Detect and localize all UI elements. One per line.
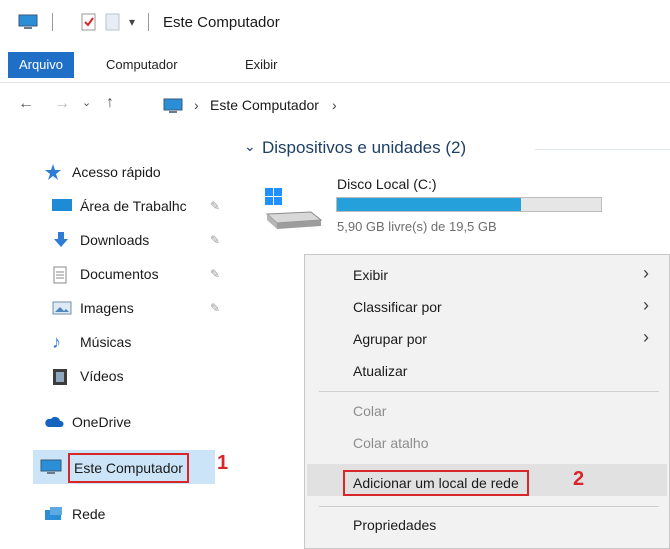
sidebar-item-rede[interactable]: Rede [44, 503, 105, 525]
sidebar-item-label: Rede [72, 506, 106, 522]
menu-item-colar[interactable]: Colar [353, 403, 386, 419]
menu-item-colar-atalho[interactable]: Colar atalho [353, 435, 429, 451]
desktop-icon [52, 198, 74, 214]
ribbon-tabs: Arquivo Computador Exibir [0, 52, 670, 78]
drive-usage-fill [337, 198, 521, 211]
music-note-icon: ♪ [52, 332, 61, 352]
sidebar-item-imagens[interactable]: Imagens [52, 297, 134, 319]
sidebar-item-videos[interactable]: Vídeos [52, 365, 124, 387]
tab-exibir[interactable]: Exibir [245, 52, 278, 78]
step-marker-1: 1 [217, 452, 229, 474]
sidebar-item-downloads[interactable]: Downloads [52, 229, 149, 251]
star-icon [44, 164, 66, 180]
forward-arrow-icon[interactable]: → [54, 95, 70, 113]
menu-item-classificar-por[interactable]: Classificar por [353, 299, 442, 315]
menu-item-exibir[interactable]: Exibir [353, 267, 388, 283]
computer-icon [40, 459, 62, 475]
chevron-right-icon: › [643, 327, 649, 347]
menu-item-agrupar-por[interactable]: Agrupar por [353, 331, 427, 347]
drive-free-space: 5,90 GB livre(s) de 19,5 GB [337, 219, 497, 234]
recent-locations-chevron-icon[interactable]: ⌄ [82, 96, 91, 109]
menu-separator [319, 391, 659, 392]
menu-item-adicionar-local-de-rede[interactable]: Adicionar um local de rede [343, 470, 529, 496]
sidebar-item-label: Vídeos [80, 368, 124, 384]
sidebar-item-este-computador[interactable] [40, 456, 68, 478]
chevron-right-icon: › [643, 263, 649, 283]
pictures-icon [52, 300, 74, 316]
pin-icon[interactable]: ✎ [210, 199, 220, 213]
group-header[interactable]: Dispositivos e unidades (2) [262, 138, 466, 158]
sidebar-item-onedrive[interactable]: OneDrive [44, 411, 131, 433]
sidebar-item-label: Downloads [80, 232, 150, 248]
back-arrow-icon[interactable]: ← [18, 95, 34, 113]
video-icon [52, 368, 74, 385]
sidebar-item-label: Acesso rápido [72, 164, 161, 180]
computer-icon [18, 14, 38, 29]
sidebar-item-label: Documentos [80, 266, 159, 282]
drive-name[interactable]: Disco Local (C:) [337, 176, 437, 192]
sidebar-item-label: Área de Trabalhc [80, 198, 187, 214]
tab-computador[interactable]: Computador [106, 52, 178, 78]
step-marker-2: 2 [573, 468, 585, 490]
drive-usage-bar [336, 197, 602, 212]
title-bar: ▾ Este Computador [0, 0, 670, 44]
tab-arquivo[interactable]: Arquivo [8, 52, 74, 78]
separator [148, 13, 149, 31]
download-arrow-icon [52, 232, 74, 248]
menu-separator [319, 506, 659, 507]
context-menu: Exibir › Classificar por › Agrupar por ›… [304, 254, 670, 549]
cloud-icon [44, 414, 66, 430]
chevron-right-icon: › [643, 295, 649, 315]
sidebar-item-area-de-trabalho[interactable]: Área de Trabalhc [52, 195, 187, 217]
window-title: Este Computador [163, 14, 280, 31]
customize-toolbar-icon[interactable]: ▾ [129, 15, 135, 29]
network-icon [44, 506, 66, 522]
document-icon [52, 266, 74, 284]
breadcrumb-chevron-icon[interactable]: › [332, 97, 337, 113]
separator [52, 13, 53, 31]
pin-icon[interactable]: ✎ [210, 301, 220, 315]
new-folder-icon[interactable] [104, 13, 122, 36]
breadcrumb-chevron-icon: › [194, 97, 199, 113]
up-arrow-icon[interactable]: ↑ [106, 94, 114, 112]
pin-icon[interactable]: ✎ [210, 233, 220, 247]
group-collapse-chevron-icon[interactable]: ⌄ [244, 138, 256, 155]
menu-item-atualizar[interactable]: Atualizar [353, 363, 407, 379]
este-computador-highlight[interactable]: Este Computador [68, 453, 189, 483]
breadcrumb-este-computador[interactable]: Este Computador [210, 97, 319, 113]
sidebar-item-musicas[interactable]: ♪ Músicas [52, 331, 131, 353]
properties-icon[interactable] [80, 13, 98, 36]
computer-icon [163, 98, 183, 119]
menu-item-propriedades[interactable]: Propriedades [353, 517, 436, 533]
ribbon-divider [0, 82, 670, 83]
sidebar-item-label: Imagens [80, 300, 134, 316]
sidebar-item-acesso-rapido[interactable]: Acesso rápido [44, 161, 161, 183]
pin-icon[interactable]: ✎ [210, 267, 220, 281]
sidebar-item-documentos[interactable]: Documentos [52, 263, 159, 285]
hard-drive-icon [265, 188, 323, 237]
group-divider [535, 149, 670, 150]
sidebar-item-label: Músicas [80, 334, 132, 350]
sidebar-item-label: OneDrive [72, 414, 132, 430]
